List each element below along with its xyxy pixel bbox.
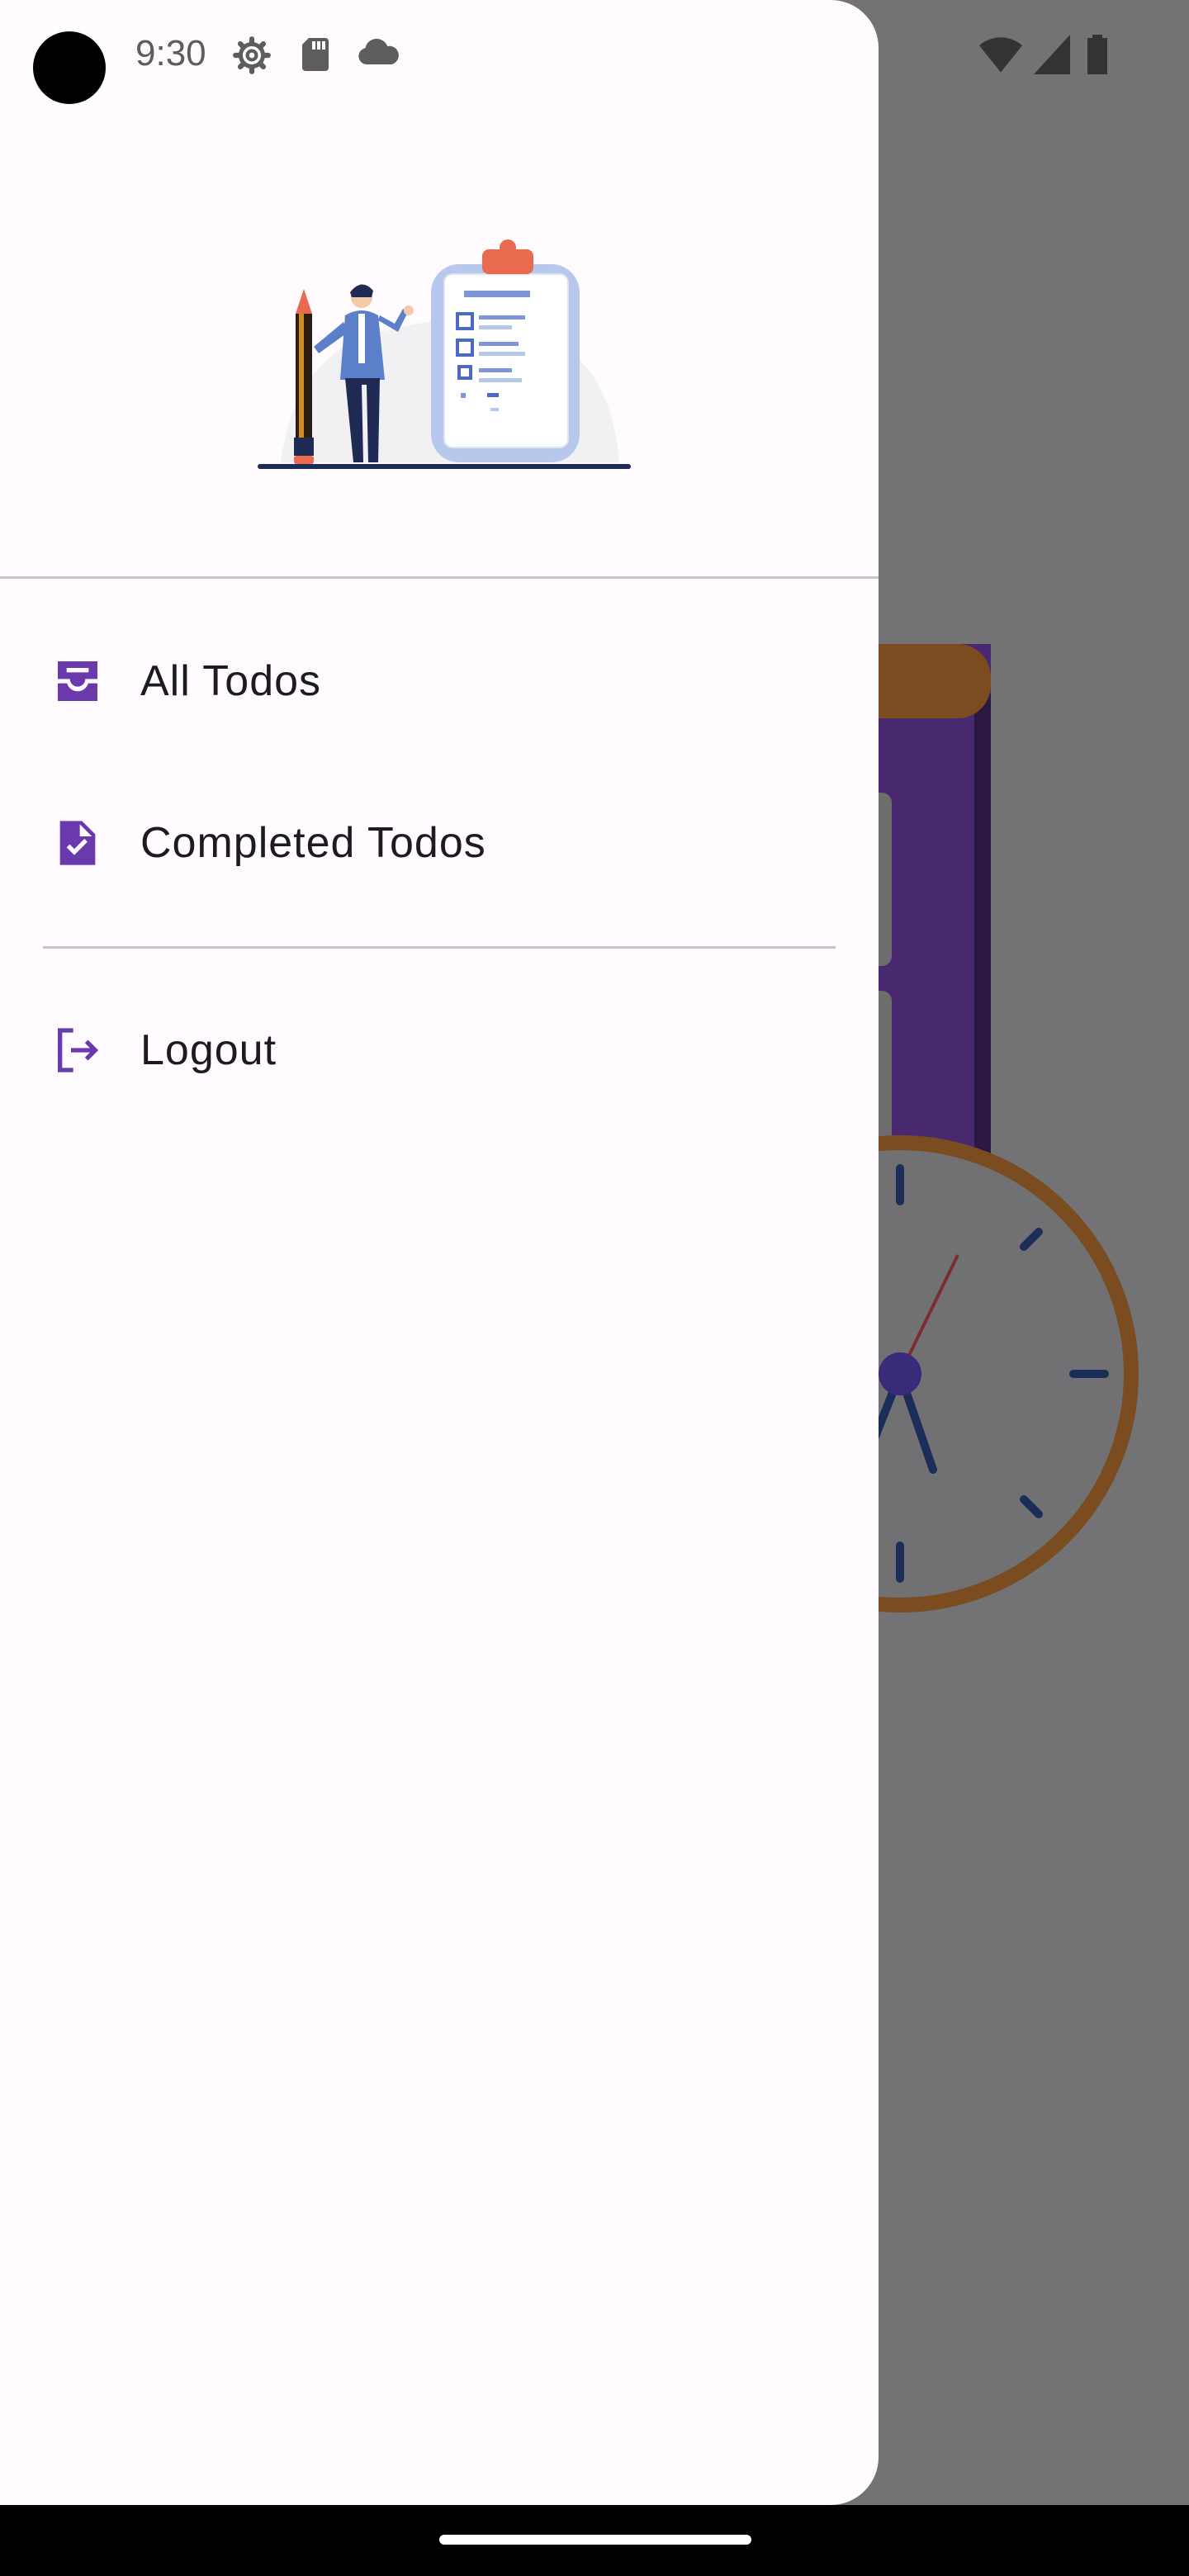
status-bar: 9:30 (0, 0, 1189, 116)
drawer-divider (43, 946, 836, 949)
inbox-icon (58, 661, 97, 701)
nav-item-logout[interactable]: Logout (33, 988, 846, 1112)
sd-card-icon (302, 38, 329, 71)
home-gesture-handle[interactable] (439, 2535, 751, 2545)
todo-checklist-illustration (258, 239, 631, 469)
document-check-icon (59, 821, 96, 865)
logout-icon (58, 1028, 99, 1073)
wifi-icon (979, 37, 1022, 73)
status-time: 9:30 (135, 33, 206, 73)
nav-item-label: All Todos (140, 657, 322, 705)
battery-icon (1087, 35, 1107, 74)
nav-item-all-todos[interactable]: All Todos (33, 619, 846, 743)
nav-item-completed-todos[interactable]: Completed Todos (33, 781, 846, 905)
nav-item-label: Logout (140, 1026, 277, 1074)
signal-icon (1034, 35, 1070, 74)
navigation-drawer: All Todos Completed Todos Logout (0, 0, 879, 2505)
camera-cutout (33, 31, 106, 104)
nav-item-label: Completed Todos (140, 819, 486, 867)
cloud-icon (358, 38, 399, 64)
settings-icon (233, 36, 271, 74)
